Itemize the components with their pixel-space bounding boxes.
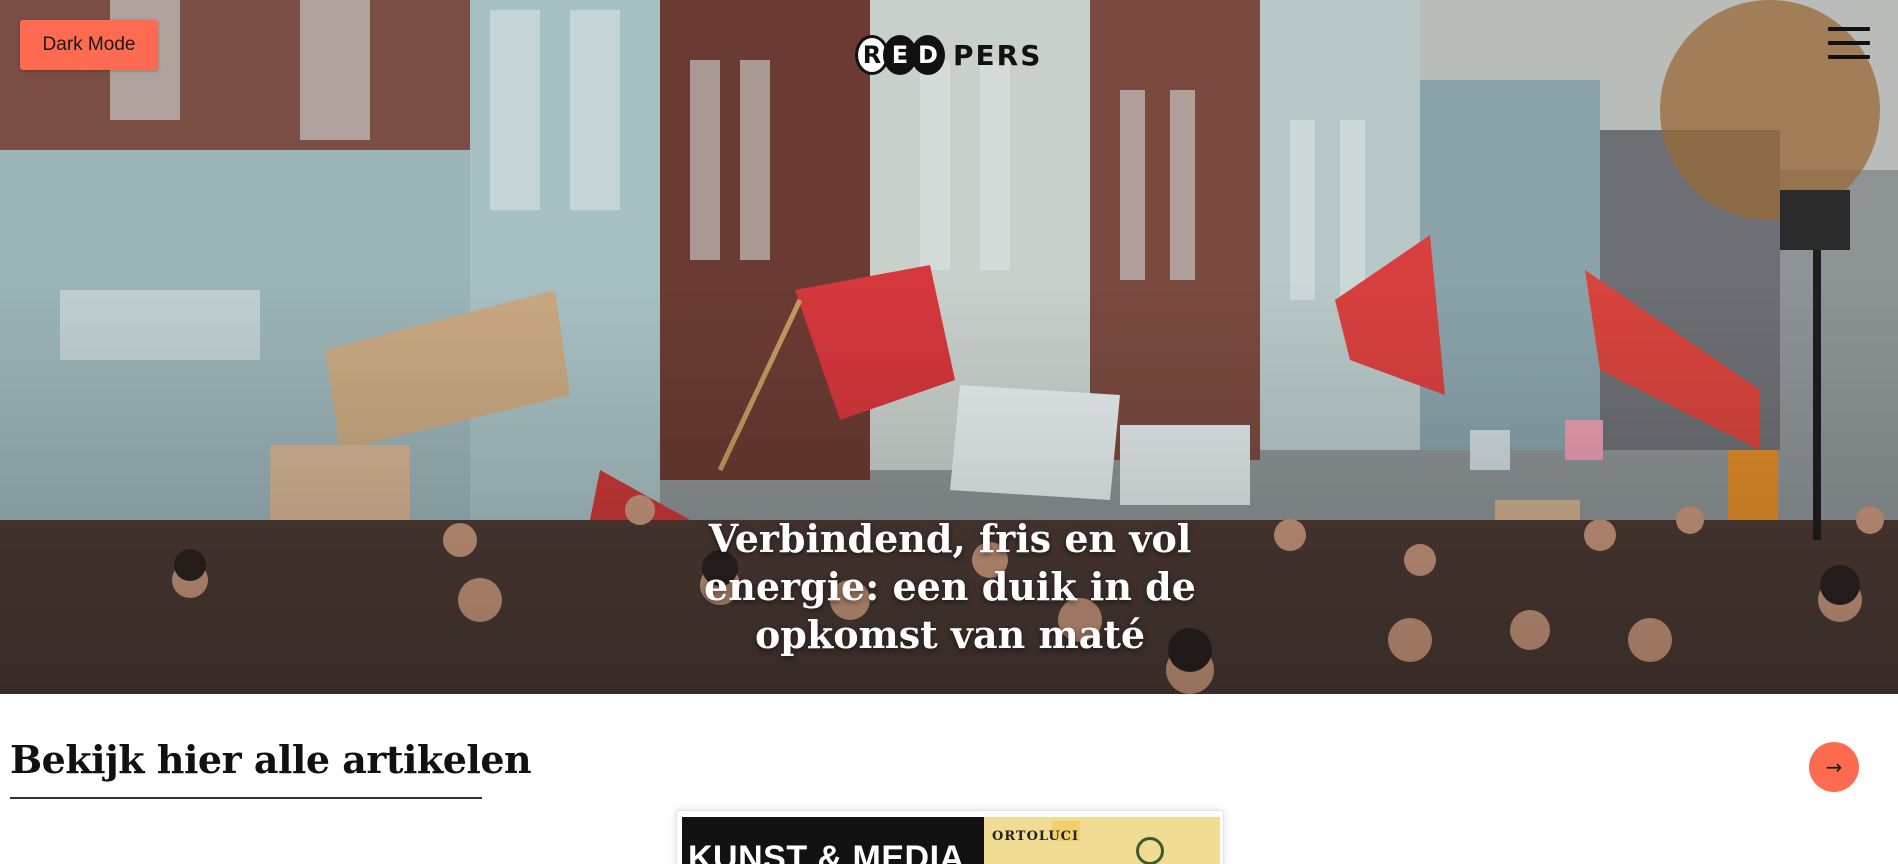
menu-line-bottom xyxy=(1828,55,1870,59)
site-logo[interactable]: R E D PERS xyxy=(855,33,1042,77)
logo-letter-d: D xyxy=(911,35,945,75)
hero-article-title[interactable]: Verbindend, fris en vol energie: een dui… xyxy=(700,515,1200,659)
menu-line-top xyxy=(1828,27,1870,31)
card-image-brand-text: ORTOLUCI xyxy=(992,829,1080,844)
article-card-image: KUNST & MEDIA ORTOLUCI xyxy=(682,817,1220,864)
view-all-articles-button[interactable]: → xyxy=(1809,742,1859,792)
article-category: KUNST & MEDIA xyxy=(688,839,965,864)
logo-letters: R E D xyxy=(855,35,945,75)
featured-article-card[interactable]: KUNST & MEDIA ORTOLUCI xyxy=(676,810,1224,864)
card-image-category-panel: KUNST & MEDIA xyxy=(682,817,984,864)
articles-section-title[interactable]: Bekijk hier alle artikelen xyxy=(10,737,532,782)
card-image-art-panel: ORTOLUCI xyxy=(984,817,1220,864)
hero-banner[interactable]: Dark Mode R E D PERS Verbindend, fris en… xyxy=(0,0,1898,694)
arrow-right-icon: → xyxy=(1825,755,1843,779)
section-title-underline xyxy=(10,797,482,799)
menu-line-middle xyxy=(1828,41,1870,45)
logo-word: PERS xyxy=(953,38,1043,72)
hamburger-menu-icon[interactable] xyxy=(1828,27,1870,59)
bicycle-icon xyxy=(1136,837,1164,864)
dark-mode-button[interactable]: Dark Mode xyxy=(20,20,158,70)
